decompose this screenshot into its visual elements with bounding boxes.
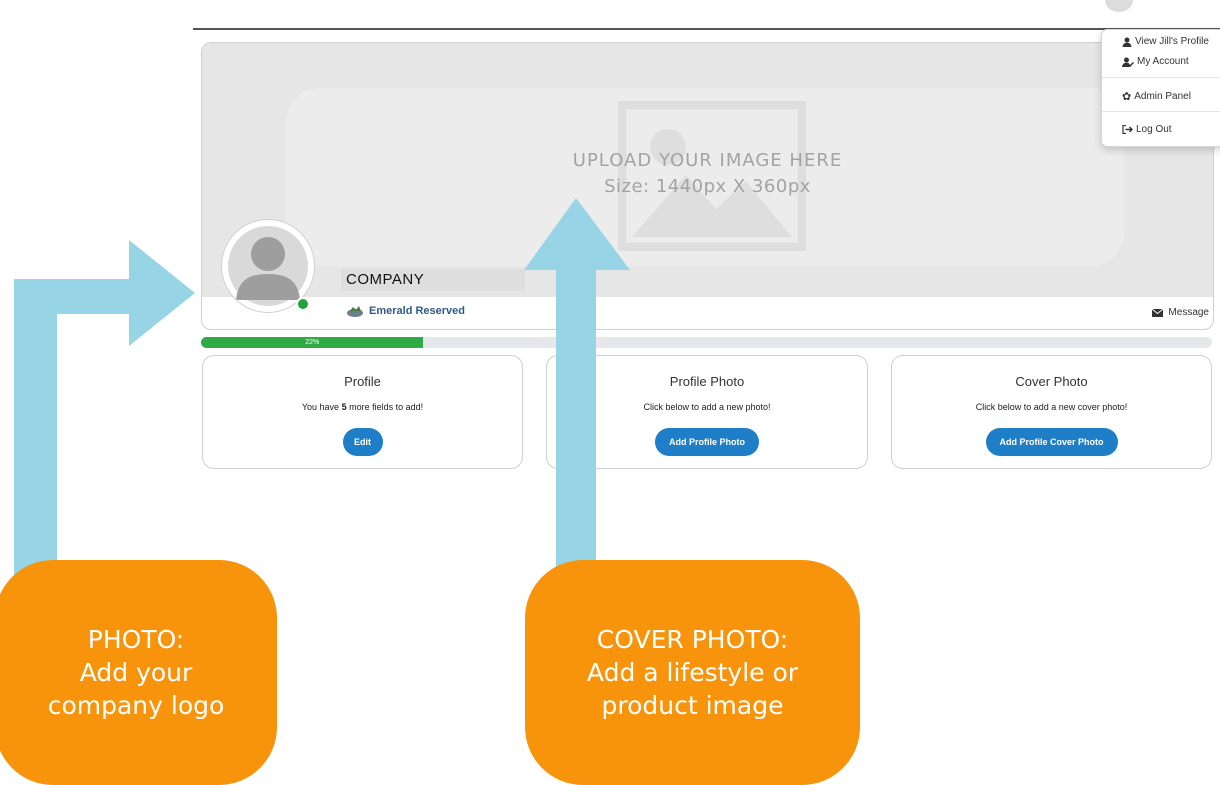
user-edit-icon	[1122, 57, 1134, 67]
edit-profile-button[interactable]: Edit	[342, 428, 383, 456]
membership-badge[interactable]: Emerald Reserved	[346, 305, 465, 317]
message-button[interactable]: Message	[1152, 307, 1209, 318]
card-title: Profile	[344, 374, 381, 389]
card-cover-photo: Cover Photo Click below to add a new cov…	[891, 355, 1212, 469]
menu-item-view-profile[interactable]: View Jill's Profile	[1122, 36, 1209, 47]
online-status-dot	[296, 297, 310, 311]
message-label: Message	[1168, 307, 1209, 318]
progress-fill: 22%	[201, 337, 424, 348]
callout-line: product image	[601, 691, 784, 720]
profile-header-card: UPLOAD YOUR IMAGE HERE Size: 1440px X 36…	[201, 42, 1214, 330]
menu-item-log-out[interactable]: Log Out	[1122, 124, 1172, 135]
card-title: Cover Photo	[1015, 374, 1088, 389]
menu-item-label: Admin Panel	[1134, 91, 1191, 102]
card-text: You have 5 more fields to add!	[301, 402, 424, 412]
cover-photo-callout: COVER PHOTO: Add a lifestyle or product …	[525, 560, 860, 785]
upload-size-hint: Size: 1440px X 360px	[604, 176, 811, 197]
callout-line: Add a lifestyle or	[586, 658, 799, 687]
user-dropdown-menu: View Jill's Profile My Account ✿ Admin P…	[1101, 29, 1220, 147]
envelope-icon	[1152, 308, 1164, 317]
photo-callout: PHOTO: Add your company logo	[0, 560, 277, 785]
add-cover-photo-button[interactable]: Add Profile Cover Photo	[985, 428, 1118, 456]
callout-line: Add your	[79, 658, 193, 687]
menu-item-label: My Account	[1137, 56, 1189, 67]
menu-item-label: View Jill's Profile	[1135, 36, 1209, 47]
card-profile: Profile You have 5 more fields to add! E…	[202, 355, 523, 469]
gear-icon: ✿	[1122, 91, 1132, 103]
menu-divider	[1102, 77, 1220, 78]
cover-photo-area[interactable]: UPLOAD YOUR IMAGE HERE Size: 1440px X 36…	[202, 43, 1213, 297]
membership-logo-icon	[347, 306, 363, 317]
company-name: COMPANY	[346, 271, 425, 288]
menu-item-label: Log Out	[1136, 124, 1172, 135]
user-icon	[1122, 37, 1132, 47]
profile-progress-bar: 22%	[201, 337, 1212, 348]
callout-line: company logo	[47, 691, 225, 720]
add-profile-photo-button[interactable]: Add Profile Photo	[655, 428, 759, 456]
callout-line: PHOTO:	[87, 625, 185, 654]
card-text: Click below to add a new cover photo!	[975, 402, 1128, 412]
callout-line: COVER PHOTO:	[596, 625, 789, 654]
logout-icon	[1122, 125, 1133, 134]
menu-item-my-account[interactable]: My Account	[1122, 56, 1189, 67]
menu-divider	[1102, 111, 1220, 112]
header-divider	[193, 28, 1220, 30]
user-menu-avatar[interactable]	[1105, 0, 1133, 12]
upload-title: UPLOAD YOUR IMAGE HERE	[572, 150, 843, 171]
menu-item-admin-panel[interactable]: ✿ Admin Panel	[1122, 90, 1191, 103]
membership-label: Emerald Reserved	[369, 305, 465, 317]
cover-arrow-annotation	[524, 198, 630, 598]
photo-arrow-annotation	[14, 240, 195, 585]
